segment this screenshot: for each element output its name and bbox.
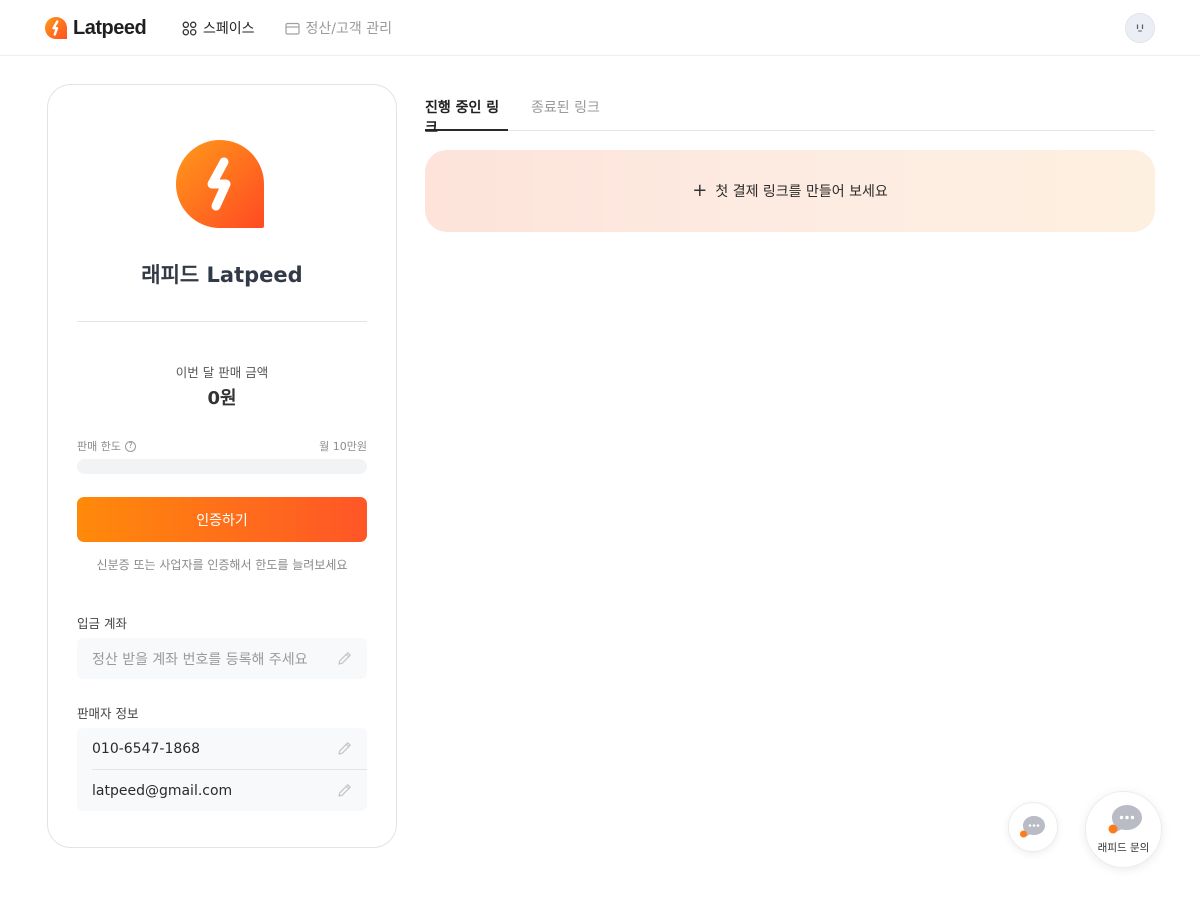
sales-limit-value: 월 10만원: [319, 440, 367, 453]
nav-label-settlement: 정산/고객 관리: [305, 21, 392, 37]
seller-email-field[interactable]: latpeed@gmail.com: [77, 770, 367, 811]
sales-limit-row: 판매 한도 ? 월 10만원: [77, 438, 367, 454]
brand-name: Latpeed: [73, 16, 147, 39]
deposit-account-label: 입금 계좌: [77, 616, 127, 631]
seller-info-label: 판매자 정보: [77, 706, 139, 721]
chat-bubble-icon: [1108, 805, 1142, 834]
sales-limit-progress: [77, 459, 367, 474]
chat-button-small[interactable]: [1008, 802, 1058, 852]
pencil-icon[interactable]: [336, 650, 353, 667]
deposit-account-field[interactable]: 정산 받을 계좌 번호를 등록해 주세요: [77, 638, 367, 679]
tab-ended-links[interactable]: 종료된 링크: [531, 97, 600, 131]
brand[interactable]: Latpeed: [44, 14, 147, 42]
divider: [77, 321, 367, 322]
space-card: 래피드 Latpeed 이번 달 판매 금액 0원 판매 한도 ? 월 10만원…: [47, 84, 397, 848]
create-first-link-label: 첫 결제 링크를 만들어 보세요: [715, 184, 888, 200]
nav-item-settlement[interactable]: 정산/고객 관리: [284, 17, 392, 39]
wallet-icon: [284, 22, 300, 35]
seller-email: latpeed@gmail.com: [92, 782, 233, 799]
rapid-inquiry-button[interactable]: 래피드 문의: [1085, 791, 1162, 868]
deposit-account-placeholder: 정산 받을 계좌 번호를 등록해 주세요: [92, 651, 308, 668]
avatar[interactable]: [1125, 13, 1155, 43]
space-name: 래피드 Latpeed: [141, 263, 303, 287]
link-tabs: 진행 중인 링크 종료된 링크: [425, 84, 1155, 136]
verify-button[interactable]: 인증하기: [77, 497, 367, 542]
create-first-link-button[interactable]: + 첫 결제 링크를 만들어 보세요: [425, 150, 1155, 232]
pencil-icon[interactable]: [336, 782, 353, 799]
plus-icon: +: [692, 180, 708, 201]
chat-bubble-icon: [1020, 816, 1045, 838]
nav-item-space[interactable]: 스페이스: [182, 17, 255, 39]
sales-limit-label: 판매 한도: [77, 440, 121, 453]
seller-info-box: 010-6547-1868 latpeed@gmail.com: [77, 728, 367, 811]
nav-label-space: 스페이스: [203, 21, 255, 37]
seller-phone-field[interactable]: 010-6547-1868: [77, 728, 367, 769]
robot-face-icon: [1136, 24, 1144, 32]
seller-phone: 010-6547-1868: [92, 740, 201, 757]
latpeed-bolt-logo-icon: [176, 140, 264, 228]
monthly-sales-value: 0원: [207, 388, 237, 409]
rapid-inquiry-label: 래피드 문의: [1097, 842, 1150, 854]
main-nav: 스페이스 정산/고객 관리: [182, 17, 392, 39]
pencil-icon[interactable]: [336, 740, 353, 757]
top-header: Latpeed 스페이스 정산/고객 관리: [0, 0, 1200, 56]
latpeed-logo-icon: [45, 17, 67, 39]
tab-active-links[interactable]: 진행 중인 링크: [425, 97, 508, 136]
grid-icon: [182, 21, 197, 35]
monthly-sales-label: 이번 달 판매 금액: [175, 365, 269, 380]
help-icon[interactable]: ?: [124, 440, 136, 452]
verify-hint: 신분증 또는 사업자를 인증해서 한도를 늘려보세요: [96, 558, 348, 572]
